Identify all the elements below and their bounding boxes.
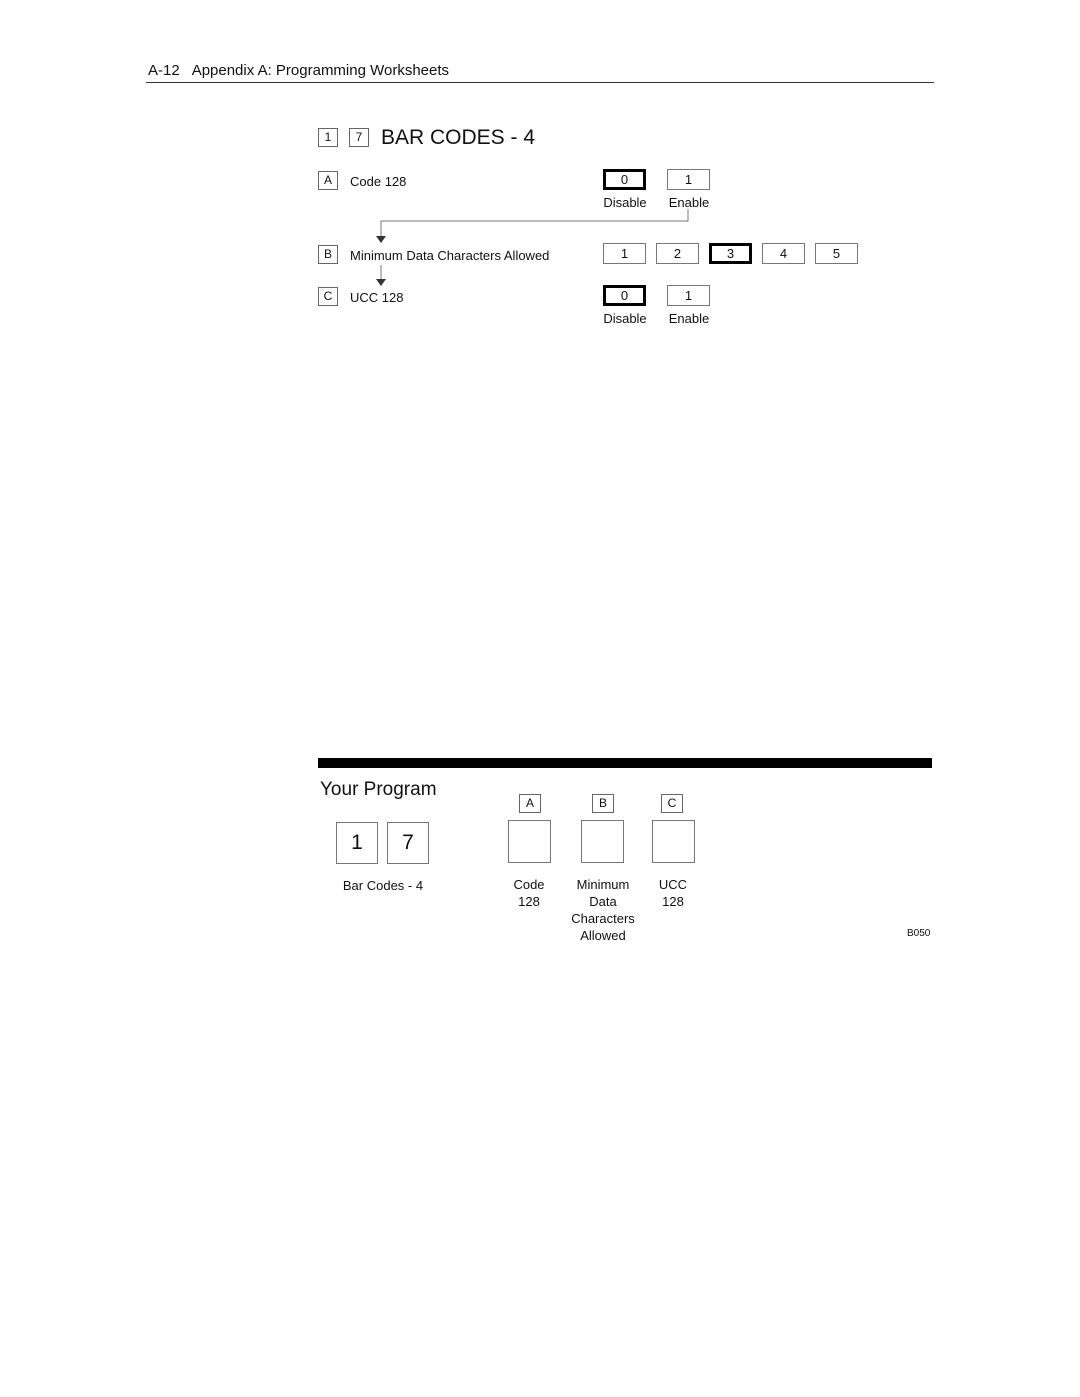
caption-line: 128 xyxy=(518,894,540,909)
caption-line: 128 xyxy=(662,894,684,909)
arrow-head-c-icon xyxy=(376,279,386,286)
param-c-option-1[interactable]: 1 xyxy=(667,285,710,306)
param-b-option-2[interactable]: 2 xyxy=(656,243,699,264)
param-a-label: Code 128 xyxy=(350,174,407,189)
caption-line: Data xyxy=(589,894,617,909)
program-code-box-2: 7 xyxy=(387,822,429,864)
param-b-option-5[interactable]: 5 xyxy=(815,243,858,264)
program-field-a-caption: Code 128 xyxy=(494,876,564,910)
program-codes-caption: Bar Codes - 4 xyxy=(342,878,424,893)
program-field-b-entry[interactable] xyxy=(581,820,624,863)
caption-line: Characters xyxy=(571,911,635,926)
param-a-key: A xyxy=(318,171,338,190)
param-b-key: B xyxy=(318,245,338,264)
param-b-option-1[interactable]: 1 xyxy=(603,243,646,264)
caption-line: UCC xyxy=(658,877,688,892)
section-divider-bar xyxy=(318,758,932,768)
program-field-c-entry[interactable] xyxy=(652,820,695,863)
param-a-option-1[interactable]: 1 xyxy=(667,169,710,190)
param-a-caption-disable: Disable xyxy=(603,195,647,210)
param-c-caption-disable: Disable xyxy=(603,311,647,326)
param-c-caption-enable: Enable xyxy=(668,311,710,326)
param-b-option-4[interactable]: 4 xyxy=(762,243,805,264)
arrow-head-b-icon xyxy=(376,236,386,243)
caption-line: Code xyxy=(513,877,545,892)
program-field-a-entry[interactable] xyxy=(508,820,551,863)
param-c-key: C xyxy=(318,287,338,306)
param-c-option-0[interactable]: 0 xyxy=(603,285,646,306)
figure-code: B050 xyxy=(907,928,931,939)
param-b-option-3[interactable]: 3 xyxy=(709,243,752,264)
program-field-a-key: A xyxy=(519,794,541,813)
param-b-label: Minimum Data Characters Allowed xyxy=(350,248,550,263)
caption-line: Minimum xyxy=(576,877,630,892)
caption-line: Allowed xyxy=(580,928,626,943)
flow-connectors xyxy=(376,209,689,286)
program-field-c-key: C xyxy=(661,794,683,813)
program-code-box-1: 1 xyxy=(336,822,378,864)
connector-a-to-b xyxy=(380,209,689,239)
your-program-title: Your Program xyxy=(320,779,437,800)
param-c-label: UCC 128 xyxy=(350,290,404,305)
program-field-c-caption: UCC 128 xyxy=(638,876,708,910)
program-field-b-key: B xyxy=(592,794,614,813)
param-a-caption-enable: Enable xyxy=(668,195,710,210)
param-a-option-0[interactable]: 0 xyxy=(603,169,646,190)
program-field-b-caption: Minimum Data Characters Allowed xyxy=(557,876,649,944)
